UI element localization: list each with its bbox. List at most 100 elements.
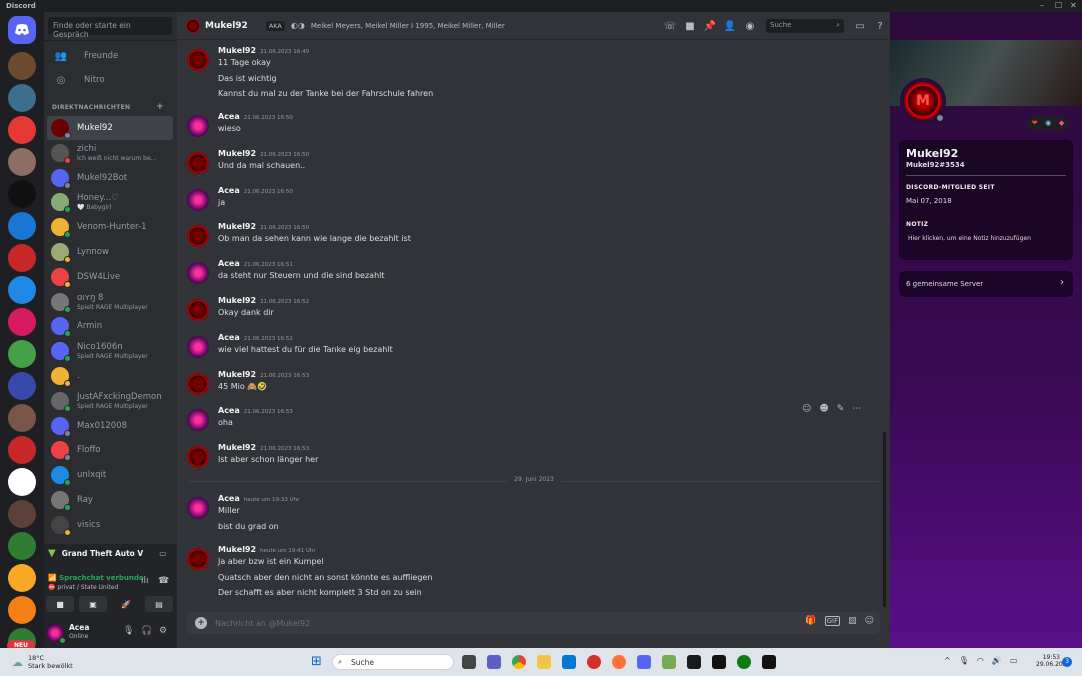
message-author[interactable]: Acea — [218, 494, 240, 503]
maximize-icon[interactable]: ☐ — [1055, 1, 1062, 10]
dm-item[interactable]: Max012008 — [47, 414, 173, 438]
voice-channel[interactable]: ⛔ privat / State United — [48, 584, 118, 591]
gift-icon[interactable]: 🎁 — [805, 616, 816, 626]
rockstar-icon[interactable] — [762, 655, 776, 669]
avatar[interactable] — [187, 152, 209, 174]
dm-item[interactable]: Venom-Hunter-1 — [47, 215, 173, 239]
avatar[interactable] — [46, 624, 66, 644]
avatar[interactable] — [187, 446, 209, 468]
badge-icon[interactable]: ◆ — [1059, 119, 1064, 127]
add-reaction-icon[interactable]: ☺ — [802, 404, 811, 414]
message-author[interactable]: Mukel92 — [218, 545, 256, 554]
screen-icon[interactable]: ▭ — [159, 549, 166, 558]
avatar[interactable] — [187, 225, 209, 247]
server-icon[interactable] — [8, 148, 36, 176]
dm-item[interactable]: Nico1606n Spielt RAGE Multiplayer — [47, 339, 173, 363]
task-view-icon[interactable] — [462, 655, 476, 669]
mic-icon[interactable]: 🎙 — [959, 656, 969, 665]
app-icon[interactable] — [687, 655, 701, 669]
soundboard-button[interactable]: ▤ — [145, 596, 173, 612]
dm-item[interactable]: unlxqit — [47, 463, 173, 487]
message-input[interactable]: + Nachricht an @Mukel92 🎁 GIF ▨ ☺ — [187, 612, 880, 634]
badge-icon[interactable]: ◉ — [1045, 119, 1051, 127]
search-input[interactable]: Suche ⌕ — [766, 19, 844, 33]
chevron-up-icon[interactable]: ^ — [944, 656, 951, 665]
avatar[interactable] — [187, 115, 209, 137]
server-icon[interactable] — [8, 244, 36, 272]
note-input[interactable]: Hier klicken, um eine Notiz hinzuzufügen — [908, 235, 1031, 242]
chrome-icon[interactable] — [512, 655, 526, 669]
noise-icon[interactable]: ılı — [141, 576, 149, 586]
dm-item[interactable]: DSW4Live — [47, 265, 173, 289]
server-icon[interactable] — [8, 212, 36, 240]
message-author[interactable]: Mukel92 — [218, 296, 256, 305]
close-icon[interactable]: ✕ — [1070, 1, 1077, 10]
message-author[interactable]: Acea — [218, 112, 240, 121]
volume-icon[interactable]: 🔊 — [992, 656, 1002, 665]
nav-nitro[interactable]: ◎ Nitro — [50, 69, 172, 91]
server-icon[interactable] — [8, 404, 36, 432]
dm-item[interactable]: . — [47, 364, 173, 388]
avatar[interactable] — [187, 373, 209, 395]
emoji-icon[interactable]: ☺ — [865, 616, 874, 626]
mutual-servers-button[interactable]: 6 gemeinsame Server › — [899, 271, 1073, 297]
clock[interactable]: 19:53 29.06.2023 — [1036, 654, 1070, 668]
nav-friends[interactable]: 👥 Freunde — [50, 45, 172, 67]
super-reaction-icon[interactable]: ☻ — [819, 404, 828, 414]
video-call-icon[interactable]: ■ — [680, 21, 700, 32]
server-icon[interactable] — [8, 84, 36, 112]
message-author[interactable]: Acea — [218, 406, 240, 415]
dm-item[interactable]: Mukel92Bot — [47, 166, 173, 190]
dm-item[interactable]: Ray — [47, 488, 173, 512]
minimize-icon[interactable]: – — [1040, 1, 1044, 10]
upload-plus-icon[interactable]: + — [195, 617, 207, 629]
taskbar-search[interactable]: ⌕ Suche — [332, 654, 454, 670]
server-icon[interactable] — [8, 468, 36, 496]
server-icon[interactable] — [8, 276, 36, 304]
mic-icon[interactable]: 🎙 — [123, 626, 134, 636]
create-dm-icon[interactable]: + — [156, 102, 164, 112]
add-friend-icon[interactable]: 👤 — [720, 21, 740, 32]
avatar[interactable] — [187, 336, 209, 358]
voice-call-icon[interactable]: ☏ — [660, 21, 680, 32]
dm-item[interactable]: zichi Ich weiß nicht warum be... — [47, 141, 173, 165]
server-icon[interactable] — [8, 372, 36, 400]
server-icon[interactable] — [8, 500, 36, 528]
dm-search-input[interactable]: Finde oder starte ein Gespräch — [48, 17, 172, 39]
avatar[interactable] — [187, 262, 209, 284]
server-icon[interactable] — [8, 596, 36, 624]
start-icon[interactable]: ⊞ — [311, 654, 322, 669]
server-icon[interactable] — [8, 532, 36, 560]
store-icon[interactable] — [562, 655, 576, 669]
dm-item[interactable]: Armin — [47, 314, 173, 338]
message-author[interactable]: Mukel92 — [218, 443, 256, 452]
message-author[interactable]: Acea — [218, 333, 240, 342]
wifi-icon[interactable]: ◠ — [977, 656, 984, 665]
headset-icon[interactable]: 🎧 — [141, 626, 152, 636]
firefox-icon[interactable] — [612, 655, 626, 669]
server-icon[interactable] — [8, 436, 36, 464]
server-icon[interactable] — [8, 180, 36, 208]
dm-item[interactable]: Honey...♡ 🤍 Babygirl — [47, 190, 173, 214]
rockstar-icon[interactable] — [712, 655, 726, 669]
discord-taskbar-icon[interactable] — [637, 655, 651, 669]
avatar[interactable] — [187, 409, 209, 431]
inbox-icon[interactable]: ▭ — [850, 21, 870, 32]
dm-item[interactable]: Lynnow — [47, 240, 173, 264]
dm-item[interactable]: visics — [47, 513, 173, 537]
avatar[interactable] — [187, 49, 209, 71]
notification-badge[interactable]: 3 — [1062, 657, 1072, 667]
more-icon[interactable]: ⋯ — [852, 404, 861, 414]
dm-item[interactable]: Mukel92 — [47, 116, 173, 140]
server-icon[interactable] — [8, 308, 36, 336]
app-icon[interactable] — [587, 655, 601, 669]
server-icon[interactable] — [8, 340, 36, 368]
server-icon[interactable] — [8, 52, 36, 80]
teams-icon[interactable] — [487, 655, 501, 669]
activity-button[interactable]: 🚀 — [112, 596, 140, 612]
screenshare-button[interactable]: ▣ — [79, 596, 107, 612]
battery-icon[interactable]: ▭ — [1010, 656, 1018, 665]
badge-icon[interactable]: ❤ — [1032, 119, 1038, 127]
explorer-icon[interactable] — [537, 655, 551, 669]
scrollbar[interactable] — [883, 432, 886, 607]
